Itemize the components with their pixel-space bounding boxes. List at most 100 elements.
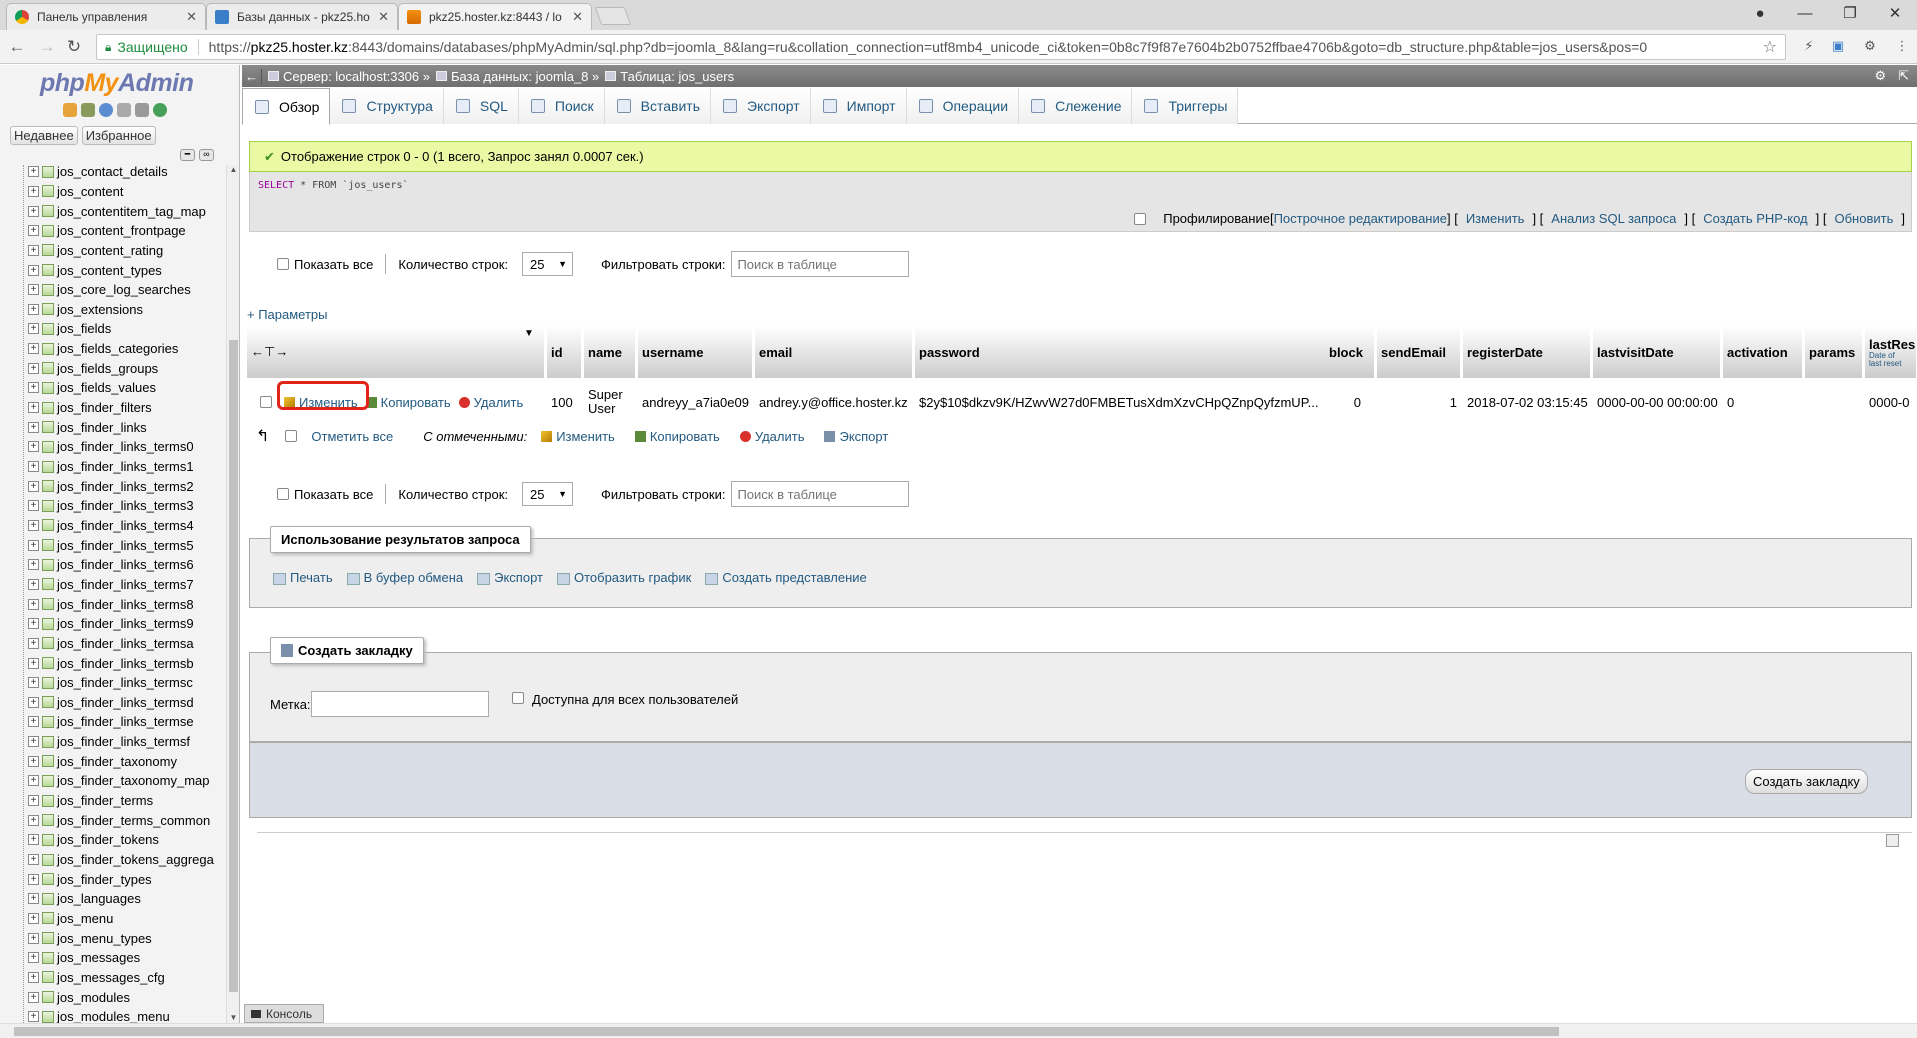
sidebar-table-item[interactable]: + jos_finder_filters — [28, 398, 152, 418]
sidebar-table-item[interactable]: + jos_menu_types — [28, 928, 152, 948]
sidebar-table-item[interactable]: + jos_content — [28, 182, 124, 202]
sidebar-table-label[interactable]: jos_finder_tokens_aggrega — [57, 852, 214, 867]
tab-tracking[interactable]: Слежение — [1019, 88, 1133, 124]
tab-triggers[interactable]: Триггеры — [1132, 88, 1239, 124]
collapse-all-icon[interactable]: ━ — [180, 149, 195, 161]
breadcrumb-table[interactable]: Таблица: jos_users — [605, 69, 734, 84]
sidebar-table-item[interactable]: + jos_finder_types — [28, 869, 152, 889]
expand-icon[interactable]: + — [28, 795, 39, 807]
expand-icon[interactable]: + — [28, 421, 39, 433]
sidebar-table-label[interactable]: jos_finder_links_terms9 — [57, 616, 194, 631]
sidebar-table-label[interactable]: jos_finder_links_termsa — [57, 636, 194, 651]
reload-nav-icon[interactable] — [153, 103, 167, 117]
column-header-registerDate[interactable]: registerDate — [1463, 326, 1591, 378]
sidebar-table-item[interactable]: + jos_finder_links_termsc — [28, 673, 193, 693]
phpmyadmin-logo[interactable]: phpMyAdmin — [40, 69, 194, 98]
column-header-block[interactable]: block — [1325, 326, 1375, 378]
expand-icon[interactable]: + — [28, 402, 39, 414]
show-all-checkbox[interactable] — [277, 258, 289, 270]
column-arrows-icon[interactable]: ←⊤→ — [251, 344, 288, 360]
sidebar-table-item[interactable]: + jos_extensions — [28, 300, 143, 320]
column-header-params[interactable]: params — [1805, 326, 1863, 378]
sidebar-table-item[interactable]: + jos_finder_links — [28, 417, 147, 437]
tab-browse[interactable]: Обзор — [242, 88, 331, 125]
expand-icon[interactable]: + — [28, 539, 39, 551]
row-delete-link[interactable]: Удалить — [458, 395, 523, 410]
favorite-tables-button[interactable]: Избранное — [81, 126, 156, 145]
sidebar-table-item[interactable]: + jos_finder_links_terms8 — [28, 594, 194, 614]
expand-icon[interactable]: + — [28, 991, 39, 1003]
sidebar-table-label[interactable]: jos_finder_tokens — [57, 832, 159, 847]
column-visibility-dropdown-icon[interactable]: ▼ — [524, 328, 534, 339]
check-all-label[interactable]: Отметить все — [311, 429, 393, 444]
sidebar-table-item[interactable]: + jos_finder_links_terms3 — [28, 496, 194, 516]
bookmark-public-checkbox[interactable] — [512, 692, 524, 704]
sidebar-table-label[interactable]: jos_messages_cfg — [57, 970, 165, 985]
sidebar-table-label[interactable]: jos_finder_taxonomy_map — [57, 773, 209, 788]
docs-icon[interactable] — [117, 103, 131, 117]
expand-icon[interactable]: + — [28, 205, 39, 217]
expand-icon[interactable]: + — [28, 971, 39, 983]
sidebar-table-item[interactable]: + jos_messages_cfg — [28, 968, 165, 988]
cell-lastResetTime[interactable]: 0000-0 — [1865, 380, 1917, 424]
cell-lastvisitDate[interactable]: 0000-00-00 00:00:00 — [1593, 380, 1721, 424]
sidebar-table-item[interactable]: + jos_finder_taxonomy — [28, 752, 177, 772]
row-checkbox[interactable] — [260, 396, 272, 408]
close-icon[interactable]: ✕ — [378, 9, 389, 25]
bookmark-star-icon[interactable]: ☆ — [1763, 37, 1777, 57]
cell-id[interactable]: 100 — [547, 380, 582, 424]
tab-structure[interactable]: Структура — [330, 88, 444, 124]
sidebar-table-label[interactable]: jos_finder_filters — [57, 400, 152, 415]
column-resize-handles[interactable]: ←⊤→ ▼ — [247, 326, 545, 378]
expand-icon[interactable]: + — [28, 736, 39, 748]
sidebar-table-label[interactable]: jos_finder_types — [57, 872, 152, 887]
sidebar-table-item[interactable]: + jos_finder_links_termsd — [28, 693, 194, 713]
profile-icon[interactable]: ● — [1740, 2, 1780, 26]
create-bookmark-button[interactable]: Создать закладку — [1745, 769, 1868, 794]
sidebar-table-item[interactable]: + jos_finder_links_terms9 — [28, 614, 194, 634]
expand-icon[interactable]: + — [28, 303, 39, 315]
restore-button[interactable]: ❐ — [1830, 2, 1870, 26]
sidebar-table-item[interactable]: + jos_finder_tokens_aggrega — [28, 850, 214, 870]
expand-icon[interactable]: + — [28, 1011, 39, 1023]
create-view-link[interactable]: Создать представление — [705, 570, 867, 585]
refresh-link[interactable]: Обновить — [1835, 211, 1894, 226]
collapse-nav-icon[interactable]: ← — [242, 68, 262, 84]
check-all-checkbox[interactable] — [285, 430, 298, 442]
sidebar-table-label[interactable]: jos_modules_menu — [57, 1009, 170, 1023]
breadcrumb-server[interactable]: Сервер: localhost:3306 » — [268, 69, 430, 84]
close-window-button[interactable]: ✕ — [1875, 2, 1915, 26]
cell-password[interactable]: $2y$10$dkzv9K/HZwvW27d0FMBETusXdmXzvCHpQ… — [915, 380, 1325, 424]
sidebar-table-label[interactable]: jos_menu — [57, 911, 113, 926]
cell-sendEmail[interactable]: 1 — [1377, 380, 1461, 424]
column-header-id[interactable]: id — [547, 326, 582, 378]
expand-icon[interactable]: + — [28, 637, 39, 649]
selected-delete-link[interactable]: Удалить — [739, 429, 804, 444]
sidebar-table-label[interactable]: jos_finder_links_termsc — [57, 675, 193, 690]
expand-icon[interactable]: + — [28, 578, 39, 590]
sidebar-table-label[interactable]: jos_finder_links_terms6 — [57, 557, 194, 572]
rows-per-page-select[interactable]: 25 ▼ — [522, 482, 574, 506]
sidebar-table-item[interactable]: + jos_fields — [28, 319, 111, 339]
print-link[interactable]: Печать — [273, 570, 333, 585]
console-toggle[interactable]: Консоль — [244, 1004, 324, 1023]
explain-sql-link[interactable]: Анализ SQL запроса — [1551, 211, 1676, 226]
sidebar-table-item[interactable]: + jos_core_log_searches — [28, 280, 191, 300]
sidebar-table-item[interactable]: + jos_menu — [28, 909, 113, 929]
extension-bolt-icon[interactable]: ⚡︎ — [1800, 38, 1818, 56]
sidebar-table-label[interactable]: jos_finder_links_terms0 — [57, 439, 194, 454]
expand-icon[interactable]: + — [28, 480, 39, 492]
collapse-top-icon[interactable]: ⇱ — [1898, 68, 1909, 84]
bookmark-label-input[interactable] — [311, 691, 489, 717]
profiling-checkbox[interactable] — [1134, 212, 1147, 225]
expand-icon[interactable]: + — [28, 677, 39, 689]
expand-icon[interactable]: + — [28, 500, 39, 512]
display-chart-link[interactable]: Отобразить график — [556, 570, 691, 585]
sidebar-table-label[interactable]: jos_finder_links_terms4 — [57, 518, 194, 533]
sidebar-table-item[interactable]: + jos_finder_links_termsb — [28, 653, 194, 673]
expand-icon[interactable]: + — [28, 559, 39, 571]
tab-export[interactable]: Экспорт — [711, 88, 811, 124]
filter-rows-input[interactable] — [731, 481, 910, 507]
logout-icon[interactable] — [81, 103, 95, 117]
rows-per-page-select[interactable]: 25 ▼ — [522, 252, 574, 276]
